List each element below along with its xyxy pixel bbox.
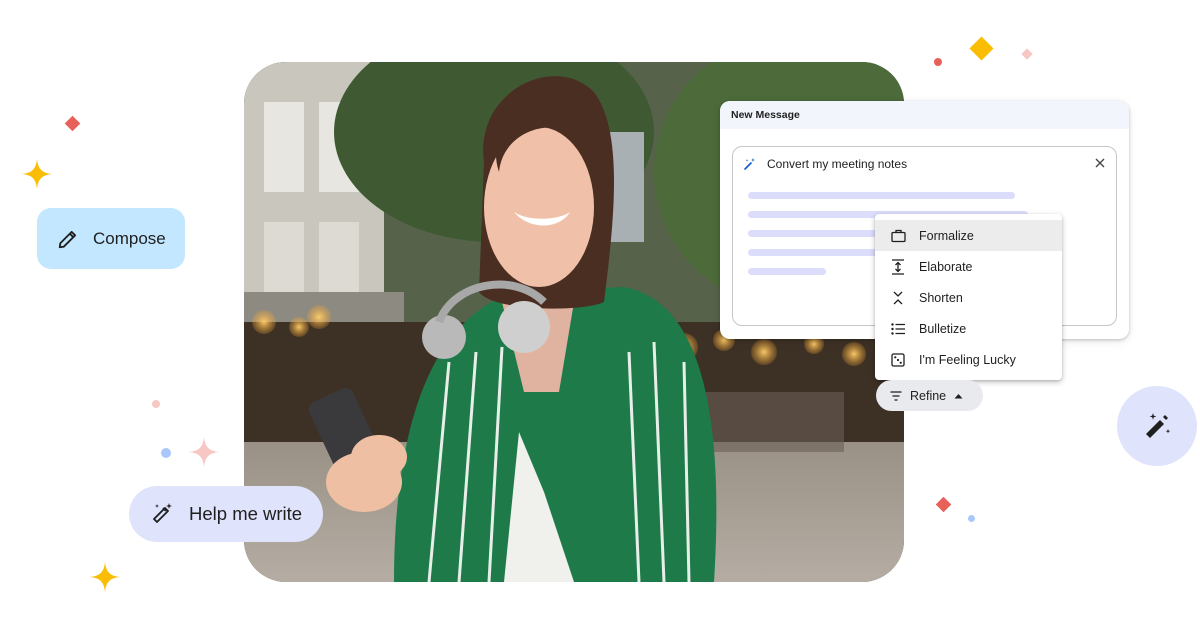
diamond-yellow-icon: [969, 36, 994, 61]
help-me-write-label: Help me write: [189, 503, 303, 524]
dot-pink-icon: [152, 400, 160, 408]
prompt-text: Convert my meeting notes: [767, 157, 908, 171]
refine-label: Refine: [910, 388, 947, 403]
menu-item-feeling-lucky[interactable]: I'm Feeling Lucky: [875, 344, 1062, 375]
collapse-vertical-icon: [890, 290, 906, 306]
bulleted-list-icon: [890, 321, 906, 337]
menu-item-label: I'm Feeling Lucky: [919, 352, 1016, 367]
magic-pen-icon: [1146, 413, 1171, 438]
refine-menu: Formalize Elaborate Shorten Bulletize I'…: [875, 214, 1062, 380]
filter-icon: [890, 390, 902, 401]
menu-item-label: Shorten: [919, 290, 963, 305]
close-icon: [1095, 158, 1105, 168]
menu-item-label: Elaborate: [919, 259, 973, 274]
dot-blue-icon: [968, 515, 975, 522]
magic-write-button[interactable]: [1117, 386, 1197, 466]
menu-item-elaborate[interactable]: Elaborate: [875, 251, 1062, 282]
placeholder-line: [748, 192, 1015, 199]
briefcase-icon: [890, 228, 906, 244]
help-me-write-button[interactable]: Help me write: [129, 486, 323, 542]
magic-pen-icon: [153, 503, 172, 523]
placeholder-line: [748, 249, 878, 256]
prompt-row: Convert my meeting notes: [743, 155, 1106, 173]
sparkle-yellow-icon: [90, 562, 120, 592]
diamond-red-icon: [64, 115, 81, 132]
menu-item-label: Bulletize: [919, 321, 967, 336]
sparkle-pink-icon: [189, 437, 219, 467]
menu-item-formalize[interactable]: Formalize: [875, 220, 1062, 251]
caret-up-icon: [954, 393, 963, 398]
placeholder-line: [748, 230, 878, 237]
diamond-pink-icon: [1021, 48, 1033, 60]
dot-red-icon: [934, 58, 942, 66]
compose-button[interactable]: Compose: [37, 208, 185, 269]
new-message-title: New Message: [720, 101, 1129, 129]
pencil-icon: [58, 230, 77, 248]
close-prompt-button[interactable]: [1090, 153, 1110, 173]
placeholder-line: [748, 268, 826, 275]
diamond-red-icon: [935, 496, 952, 513]
expand-vertical-icon: [890, 258, 906, 275]
dice-icon: [890, 352, 906, 368]
menu-item-label: Formalize: [919, 228, 974, 243]
dot-blue-icon: [161, 448, 171, 458]
magic-wand-icon: [744, 158, 755, 170]
menu-item-shorten[interactable]: Shorten: [875, 282, 1062, 313]
sparkle-yellow-icon: [22, 159, 52, 189]
menu-item-bulletize[interactable]: Bulletize: [875, 313, 1062, 344]
refine-button[interactable]: Refine: [876, 380, 983, 411]
compose-label: Compose: [93, 228, 166, 248]
